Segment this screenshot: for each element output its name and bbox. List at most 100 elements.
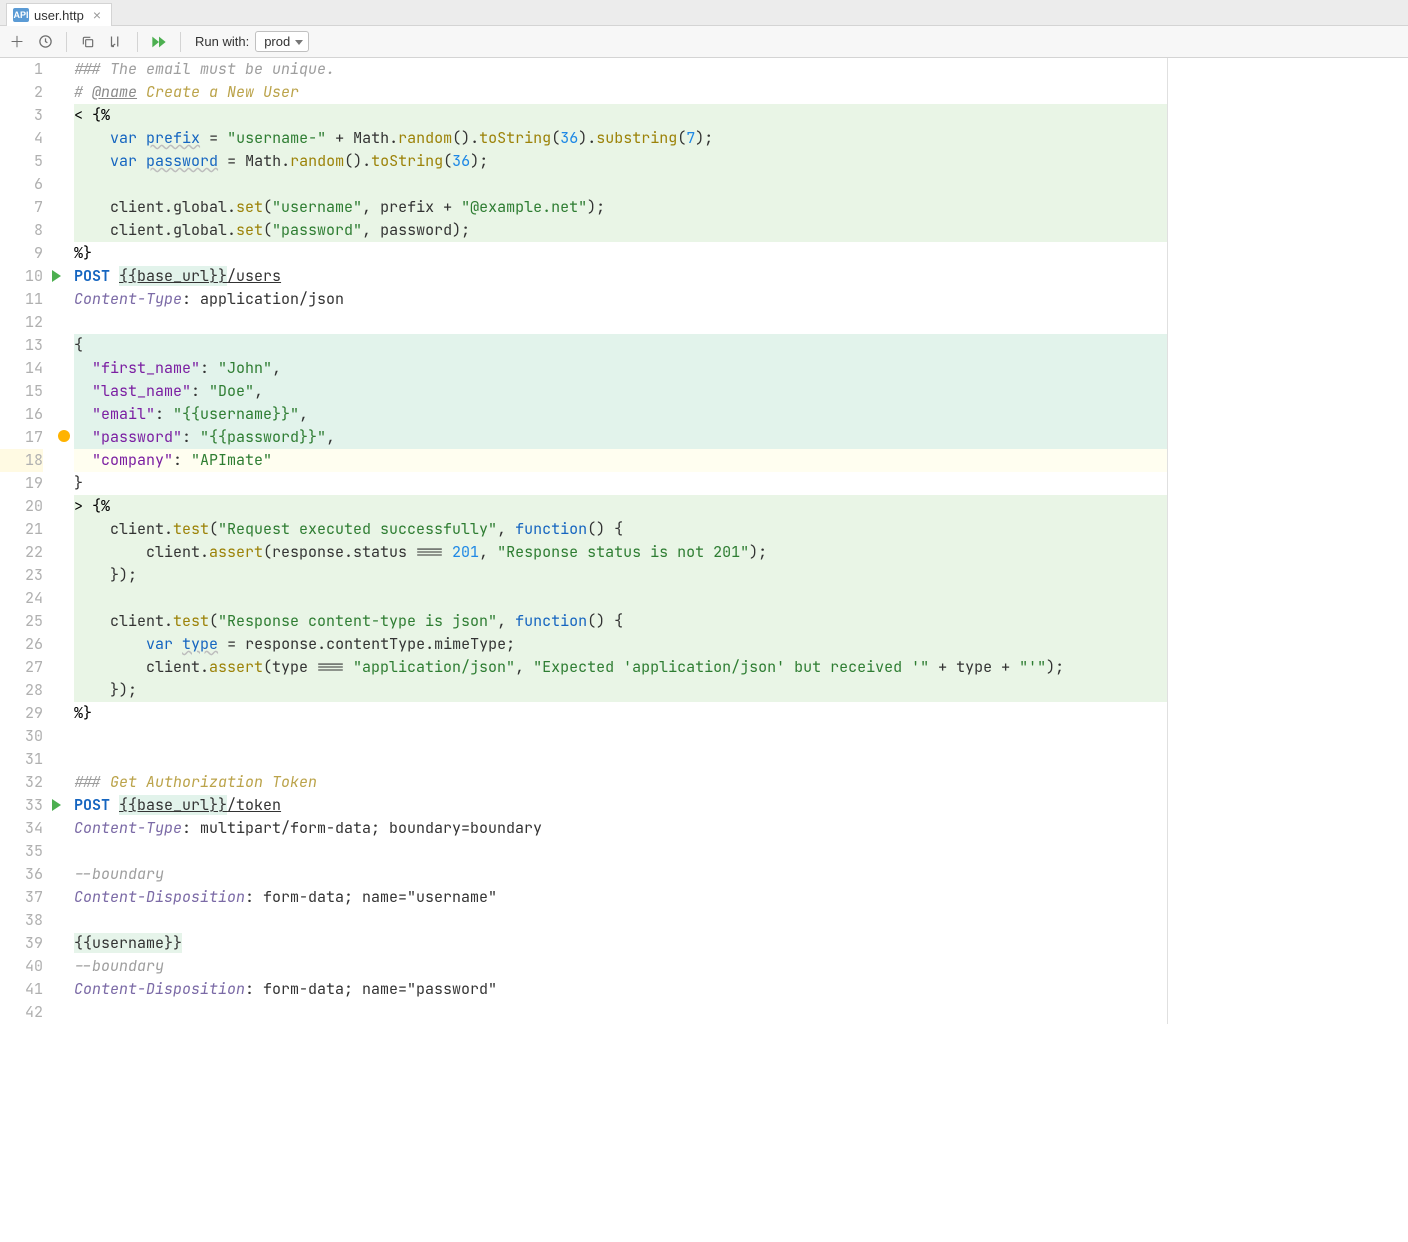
line-number: 14 [0, 357, 43, 380]
line-number: 41 [0, 978, 43, 1001]
line-number: 9 [0, 242, 43, 265]
line-number: 36 [0, 863, 43, 886]
line-number: 3 [0, 104, 43, 127]
runwith-label: Run with: [195, 34, 249, 49]
code-line[interactable]: var type = response.contentType.mimeType… [74, 633, 1167, 656]
line-number: 24 [0, 587, 43, 610]
code-line[interactable]: Content-Disposition: form-data; name="pa… [74, 978, 1167, 1001]
line-number: 5 [0, 150, 43, 173]
line-number: 34 [0, 817, 43, 840]
run-request-icon[interactable] [52, 270, 61, 282]
code-line[interactable]: < {% [74, 104, 1167, 127]
line-number: 42 [0, 1001, 43, 1024]
line-number: 8 [0, 219, 43, 242]
code-line[interactable]: client.test("Request executed successful… [74, 518, 1167, 541]
line-number: 37 [0, 886, 43, 909]
line-number: 2 [0, 81, 43, 104]
code-line[interactable]: Content-Disposition: form-data; name="us… [74, 886, 1167, 909]
code-line[interactable] [74, 725, 1167, 748]
code-line[interactable] [74, 909, 1167, 932]
code-line[interactable]: # @name Create a New User [74, 81, 1167, 104]
code-line[interactable]: {{username}} [74, 932, 1167, 955]
line-number: 12 [0, 311, 43, 334]
line-number: 13 [0, 334, 43, 357]
code-line[interactable]: { [74, 334, 1167, 357]
code-line[interactable]: client.test("Response content-type is js… [74, 610, 1167, 633]
code-line[interactable]: }); [74, 679, 1167, 702]
run-request-icon[interactable] [52, 799, 61, 811]
copy-icon[interactable] [77, 31, 99, 53]
convert-icon[interactable] [105, 31, 127, 53]
line-number: 26 [0, 633, 43, 656]
code-editor[interactable]: 1234567891011121314151617181920212223242… [0, 58, 1408, 1024]
line-number: 30 [0, 725, 43, 748]
code-line[interactable] [74, 748, 1167, 771]
code-line[interactable]: > {% [74, 495, 1167, 518]
line-number: 39 [0, 932, 43, 955]
line-number: 31 [0, 748, 43, 771]
code-line[interactable]: %} [74, 242, 1167, 265]
close-icon[interactable]: × [93, 7, 101, 23]
line-number-gutter: 1234567891011121314151617181920212223242… [0, 58, 50, 1024]
line-number: 21 [0, 518, 43, 541]
bulb-icon[interactable] [58, 430, 70, 442]
code-line[interactable]: "first_name": "John", [74, 357, 1167, 380]
tab-bar: API user.http × [0, 0, 1408, 26]
code-line[interactable]: client.global.set("password", password); [74, 219, 1167, 242]
code-area[interactable]: Pre-request script Response handler scri… [68, 58, 1168, 1024]
line-number: 6 [0, 173, 43, 196]
line-number: 7 [0, 196, 43, 219]
tab-filename: user.http [34, 8, 84, 23]
code-line[interactable]: client.assert(type === "application/json… [74, 656, 1167, 679]
add-icon[interactable]: ＋ [6, 31, 28, 53]
code-line[interactable]: var prefix = "username-" + Math.random()… [74, 127, 1167, 150]
code-line[interactable]: ### The email must be unique. [74, 58, 1167, 81]
code-line[interactable]: "last_name": "Doe", [74, 380, 1167, 403]
line-number: 17 [0, 426, 43, 449]
line-number: 27 [0, 656, 43, 679]
line-number: 32 [0, 771, 43, 794]
code-line[interactable]: }); [74, 564, 1167, 587]
code-line[interactable]: %} [74, 702, 1167, 725]
code-line[interactable]: "password": "{{password}}", [74, 426, 1167, 449]
file-tab[interactable]: API user.http × [6, 3, 112, 26]
code-line[interactable] [74, 1001, 1167, 1024]
line-number: 16 [0, 403, 43, 426]
line-number: 15 [0, 380, 43, 403]
toolbar: ＋ Run with: prod [0, 26, 1408, 58]
code-line[interactable]: ### Get Authorization Token [74, 771, 1167, 794]
line-number: 35 [0, 840, 43, 863]
line-number: 10 [0, 265, 43, 288]
environment-dropdown[interactable]: prod [255, 31, 309, 52]
line-number: 40 [0, 955, 43, 978]
code-line[interactable]: client.global.set("username", prefix + "… [74, 196, 1167, 219]
history-icon[interactable] [34, 31, 56, 53]
code-line[interactable]: client.assert(response.status === 201, "… [74, 541, 1167, 564]
line-number: 19 [0, 472, 43, 495]
code-line[interactable] [74, 311, 1167, 334]
code-line[interactable]: "email": "{{username}}", [74, 403, 1167, 426]
code-line[interactable]: --boundary [74, 955, 1167, 978]
code-line[interactable]: "company": "APImate" [74, 449, 1167, 472]
code-line[interactable] [74, 173, 1167, 196]
line-number: 22 [0, 541, 43, 564]
line-number: 23 [0, 564, 43, 587]
line-number: 33 [0, 794, 43, 817]
code-line[interactable] [74, 587, 1167, 610]
run-gutter [50, 58, 68, 1024]
line-number: 28 [0, 679, 43, 702]
line-number: 11 [0, 288, 43, 311]
line-number: 29 [0, 702, 43, 725]
code-line[interactable]: POST {{base_url}}/users [74, 265, 1167, 288]
run-all-icon[interactable] [148, 31, 170, 53]
line-number: 20 [0, 495, 43, 518]
code-line[interactable]: } [74, 472, 1167, 495]
code-line[interactable]: var password = Math.random().toString(36… [74, 150, 1167, 173]
line-number: 18 [0, 449, 43, 472]
line-number: 25 [0, 610, 43, 633]
code-line[interactable]: Content-Type: application/json [74, 288, 1167, 311]
code-line[interactable]: POST {{base_url}}/token [74, 794, 1167, 817]
code-line[interactable] [74, 840, 1167, 863]
code-line[interactable]: --boundary [74, 863, 1167, 886]
code-line[interactable]: Content-Type: multipart/form-data; bound… [74, 817, 1167, 840]
